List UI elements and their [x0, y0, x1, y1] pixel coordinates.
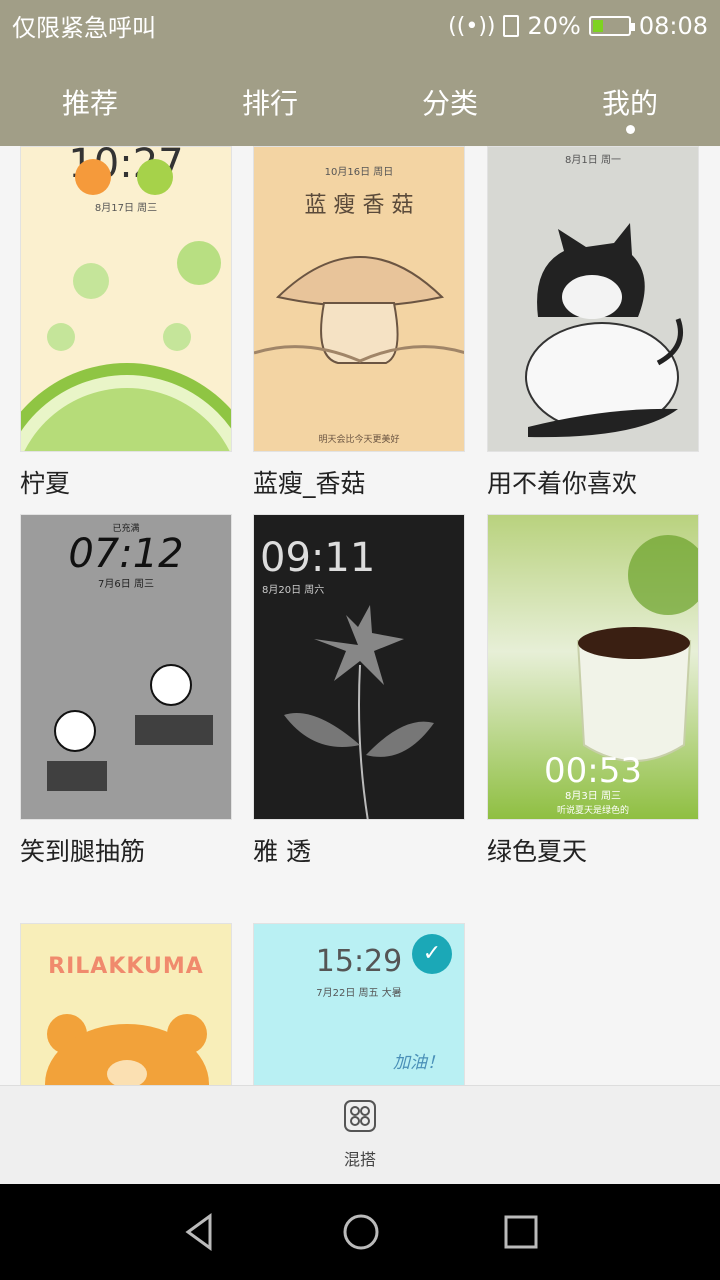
thumb-footer: 明天会比今天更美好: [318, 435, 400, 445]
theme-thumbnail[interactable]: 00:53 8月3日 周三 听说夏天是绿色的: [487, 514, 699, 820]
theme-card[interactable]: 已充满 07:12 7月6日 周三 笑到腿抽筋: [20, 514, 232, 868]
theme-card[interactable]: 15:29 7月22日 周五 大暑 加油！ ✓: [253, 923, 465, 1086]
mix-button[interactable]: 混搭: [330, 1100, 390, 1170]
recents-icon[interactable]: [501, 1212, 541, 1252]
theme-title: 雅 透: [253, 837, 311, 866]
cat-boy-illustration: [525, 223, 683, 438]
battery-icon: [588, 16, 635, 36]
lemon-illustration: [21, 159, 231, 451]
theme-title: 用不着你喜欢: [487, 469, 638, 498]
clock: 08:08: [638, 12, 708, 40]
theme-thumbnail[interactable]: 10:27 8月17日 周三: [20, 146, 232, 452]
theme-title: 柠夏: [20, 469, 71, 498]
theme-thumbnail[interactable]: 已充满 07:12 7月6日 周三: [20, 514, 232, 820]
meme-faces-illustration: [47, 664, 213, 791]
mix-label: 混搭: [343, 1150, 376, 1169]
theme-card[interactable]: 10:27 8月17日 周三 柠夏: [20, 146, 232, 500]
sim-icon: [503, 15, 520, 37]
theme-grid: 10:27 8月17日 周三 柠夏 10月16日 周日 蓝 瘦 香 菇 明天会比…: [0, 146, 720, 1086]
theme-thumbnail[interactable]: RILAKKUMA: [20, 923, 232, 1086]
battery-percent: 20%: [527, 12, 581, 40]
theme-title: 蓝瘦_香菇: [253, 469, 366, 498]
applied-check-icon: ✓: [412, 934, 452, 974]
system-navigation-bar: [0, 1184, 720, 1280]
active-tab-indicator: [626, 125, 635, 134]
theme-card[interactable]: 00:53 8月3日 周三 听说夏天是绿色的 绿色夏天: [487, 514, 699, 868]
status-bar: 仅限紧急呼叫 ((•)) 20% 08:08: [0, 0, 720, 52]
thumb-date: 8月3日 周三: [565, 791, 621, 802]
theme-card[interactable]: 09:11 8月20日 周六 雅 透: [253, 514, 465, 868]
back-icon[interactable]: [180, 1212, 220, 1252]
theme-thumbnail[interactable]: 10月16日 周日 蓝 瘦 香 菇 明天会比今天更美好: [253, 146, 465, 452]
mushroom-illustration: [254, 256, 464, 364]
theme-card[interactable]: RILAKKUMA: [20, 923, 232, 1086]
theme-title: 绿色夏天: [487, 837, 588, 866]
home-icon[interactable]: [341, 1212, 381, 1252]
theme-thumbnail[interactable]: 8月1日 周一: [487, 146, 699, 452]
theme-thumbnail[interactable]: 15:29 7月22日 周五 大暑 加油！ ✓: [253, 923, 465, 1086]
wifi-icon: ((•)): [448, 13, 496, 39]
carrier-text: 仅限紧急呼叫: [12, 14, 156, 42]
tab-recommend[interactable]: 推荐: [0, 52, 180, 146]
thumb-date: 7月22日 周五 大暑: [316, 988, 402, 999]
grid-icon: [344, 1100, 376, 1132]
thumb-time: 00:53: [544, 751, 642, 791]
tab-category[interactable]: 分类: [360, 52, 540, 146]
tab-mine[interactable]: 我的: [540, 52, 720, 146]
flower-illustration: [284, 605, 434, 819]
bottom-action-bar: 混搭: [0, 1085, 720, 1185]
bear-illustration: [45, 1014, 209, 1086]
tab-ranking[interactable]: 排行: [180, 52, 360, 146]
thumb-caption: 听说夏天是绿色的: [556, 806, 629, 816]
theme-card[interactable]: 10月16日 周日 蓝 瘦 香 菇 明天会比今天更美好 蓝瘦_香菇: [253, 146, 465, 500]
theme-title: 笑到腿抽筋: [20, 837, 146, 866]
top-tab-bar: 推荐 排行 分类 我的: [0, 52, 720, 146]
theme-thumbnail[interactable]: 09:11 8月20日 周六: [253, 514, 465, 820]
thumb-caption: 加油！: [393, 1053, 444, 1073]
theme-card[interactable]: 8月1日 周一 用不着你喜欢: [487, 146, 699, 500]
